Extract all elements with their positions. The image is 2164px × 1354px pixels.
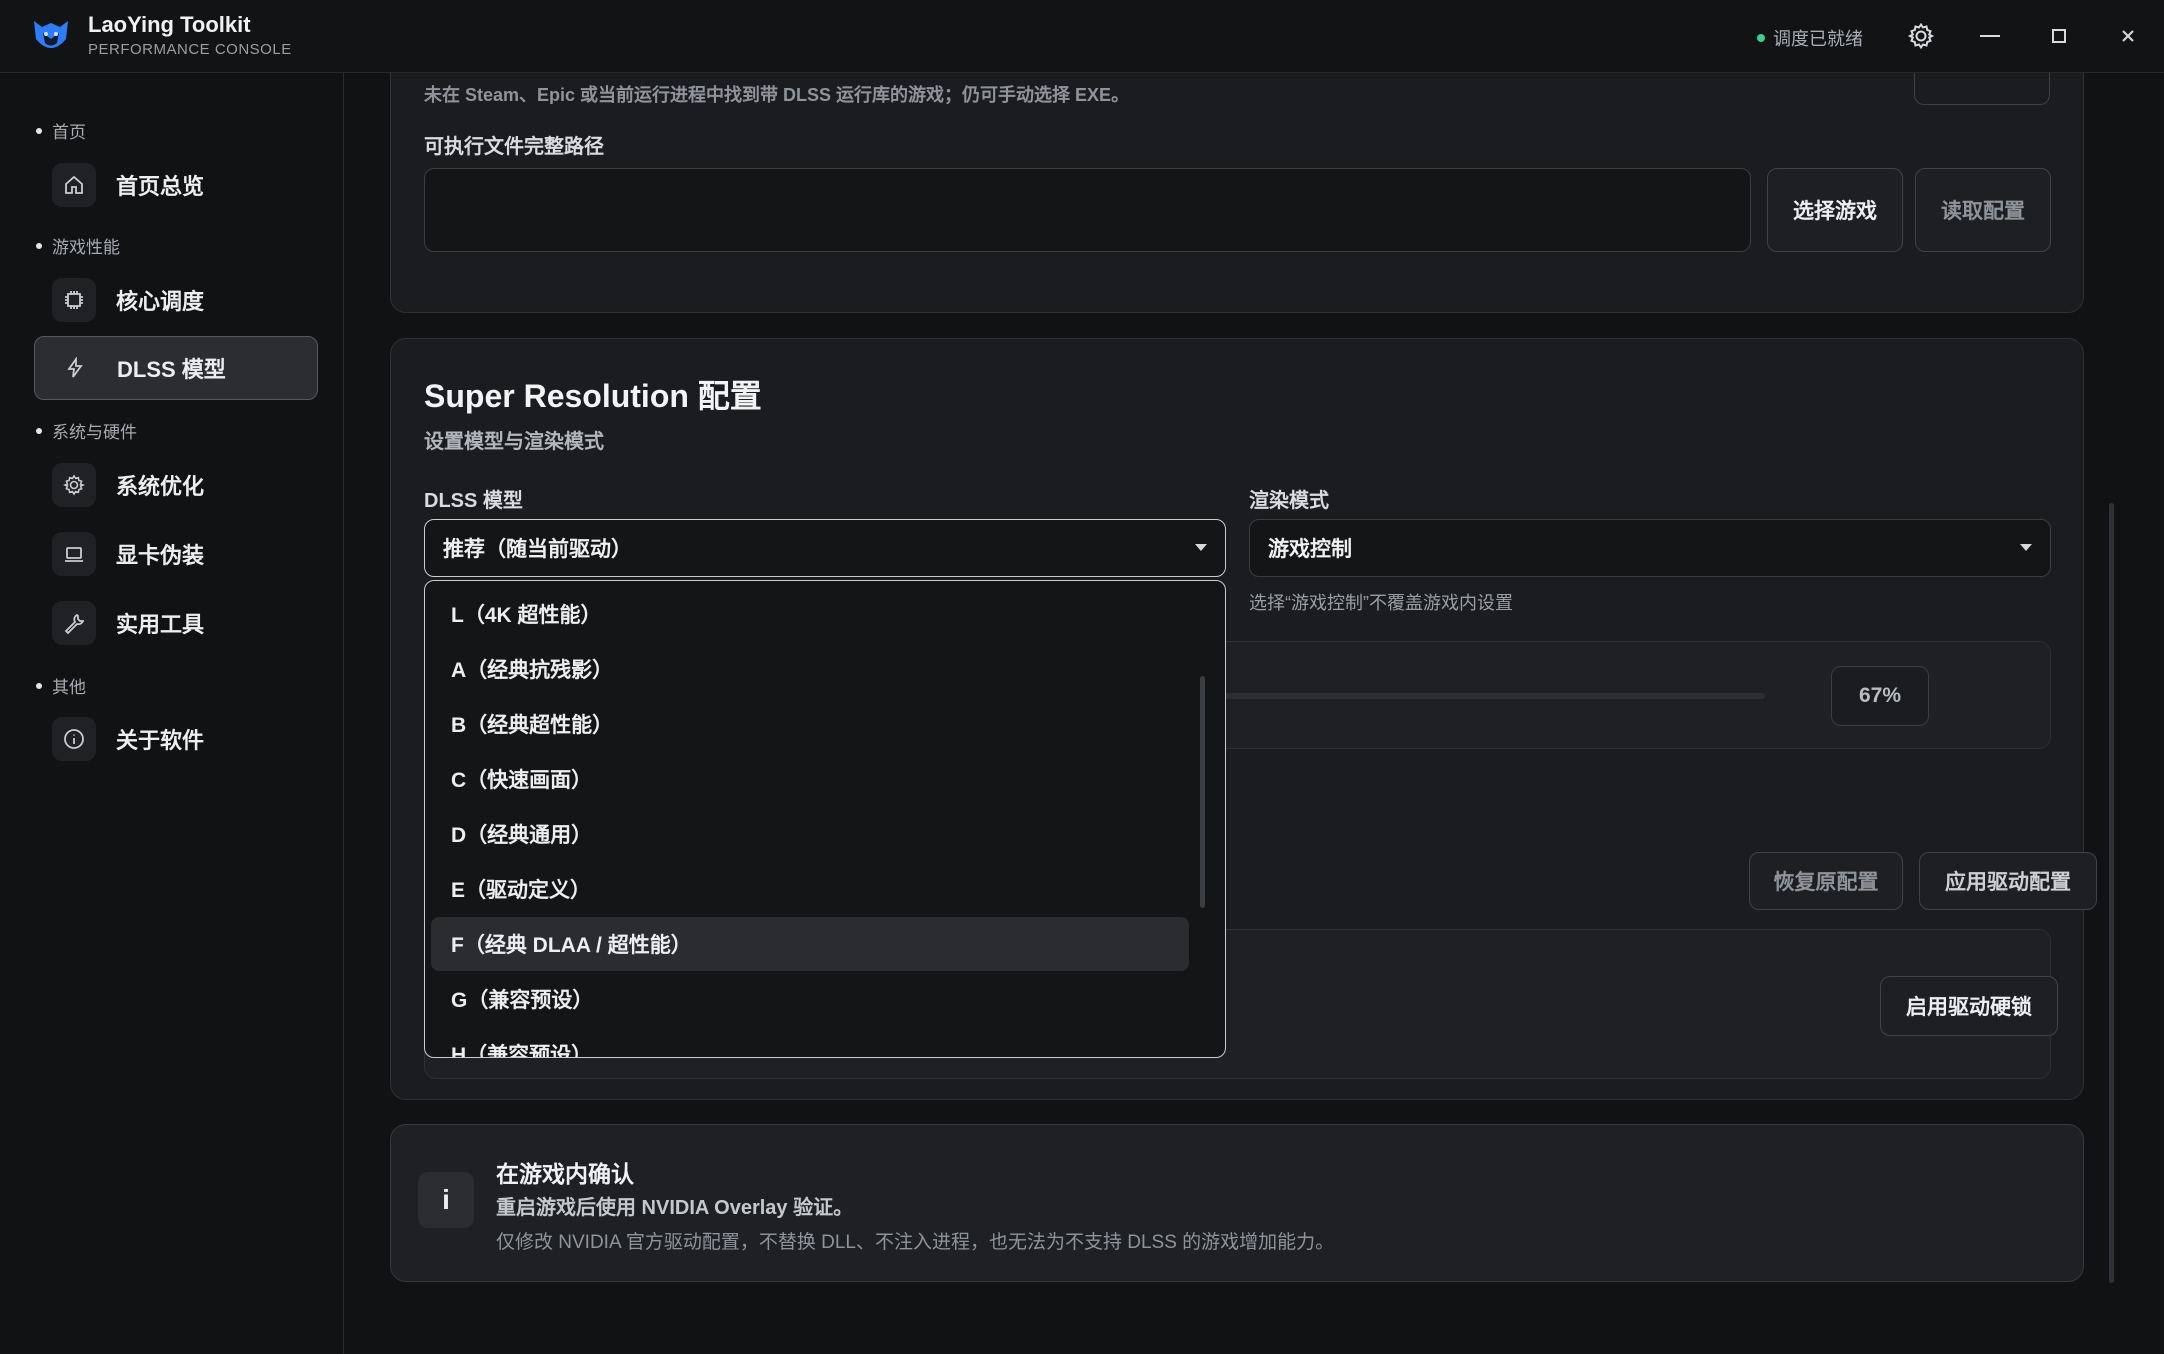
select-game-button[interactable]: 选择游戏 [1767, 168, 1903, 252]
dropdown-option[interactable]: E（驱动定义） [431, 862, 1189, 916]
scan-button-partial[interactable] [1914, 73, 2050, 105]
app-logo-icon [34, 21, 68, 48]
title-bar: LaoYing Toolkit PERFORMANCE CONSOLE 调度已就… [0, 0, 2164, 73]
sr-card-subtitle: 设置模型与渲染模式 [424, 431, 604, 453]
section-label: 游戏性能 [52, 238, 120, 257]
render-mode-label: 渲染模式 [1249, 490, 1329, 512]
dlss-model-dropdown: L（4K 超性能） A（经典抗残影） B（经典超性能） C（快速画面） D（经典通用） E… [424, 580, 1226, 1058]
dropdown-option[interactable]: F（经典 DLAA / 超性能） [431, 917, 1189, 971]
app-subtitle: PERFORMANCE CONSOLE [88, 41, 292, 58]
chevron-down-icon [1195, 544, 1207, 551]
dropdown-option[interactable]: B（经典超性能） [431, 697, 1189, 751]
sidebar-section-system-hardware: 系统与硬件 [36, 418, 137, 443]
minimize-button[interactable] [1968, 14, 2012, 58]
minimize-icon [1980, 35, 2000, 37]
render-mode-hint: 选择“游戏控制”不覆盖游戏内设置 [1249, 593, 1513, 613]
game-select-card: 未在 Steam、Epic 或当前运行进程中找到带 DLSS 运行库的游戏；仍可… [390, 73, 2084, 313]
settings-icon [1907, 22, 1935, 50]
info-icon [52, 717, 96, 761]
sidebar-item-label: 核心调度 [116, 289, 205, 314]
section-label: 首页 [52, 123, 86, 142]
status-text: 调度已就绪 [1773, 29, 1863, 49]
settings-button[interactable] [1899, 14, 1943, 58]
sidebar: 首页 首页总览 游戏性能 核心调度 DLSS 模型 系统与硬件 系统优化 显卡伪… [0, 73, 344, 1354]
status-dot-icon [1757, 34, 1765, 42]
sidebar-item-label: 系统优化 [116, 474, 205, 499]
main-content: 未在 Steam、Epic 或当前运行进程中找到带 DLSS 运行库的游戏；仍可… [344, 73, 2164, 1354]
apply-driver-config-button[interactable]: 应用驱动配置 [1919, 852, 2097, 910]
app-title: LaoYing Toolkit [88, 12, 251, 37]
path-label: 可执行文件完整路径 [424, 136, 604, 158]
info-line-2: 仅修改 NVIDIA 官方驱动配置，不替换 DLL、不注入进程，也无法为不支持 … [496, 1232, 1335, 1253]
status-indicator: 调度已就绪 [1757, 25, 1863, 51]
scale-value: 67% [1831, 666, 1929, 726]
sidebar-section-other: 其他 [36, 673, 86, 698]
dropdown-scrollbar[interactable] [1200, 676, 1205, 908]
dropdown-option[interactable]: C（快速画面） [431, 752, 1189, 806]
section-label: 其他 [52, 678, 86, 697]
sidebar-section-home: 首页 [36, 118, 86, 143]
info-line-1: 重启游戏后使用 NVIDIA Overlay 验证。 [496, 1197, 854, 1219]
dropdown-option[interactable]: H（兼容预设） [431, 1027, 1189, 1057]
wrench-icon [52, 601, 96, 645]
section-bullet-icon [36, 127, 42, 134]
info-title: 在游戏内确认 [496, 1161, 634, 1187]
super-resolution-card: Super Resolution 配置 设置模型与渲染模式 DLSS 模型 推荐… [390, 338, 2097, 1100]
monitor-icon [52, 532, 96, 576]
sidebar-item-label: 关于软件 [116, 728, 205, 753]
info-icon: i [418, 1172, 474, 1228]
sidebar-item-home-overview[interactable]: 首页总览 [34, 153, 318, 217]
bolt-icon [53, 346, 97, 390]
dlss-model-select[interactable]: 推荐（随当前驱动） [424, 519, 1226, 577]
render-mode-value: 游戏控制 [1268, 538, 1352, 561]
enable-driver-hardlock-button[interactable]: 启用驱动硬锁 [1880, 976, 2058, 1036]
sidebar-item-system-optimize[interactable]: 系统优化 [34, 453, 318, 517]
maximize-button[interactable] [2037, 14, 2081, 58]
chevron-down-icon [2020, 544, 2032, 551]
sr-card-title: Super Resolution 配置 [424, 378, 762, 414]
section-bullet-icon [36, 427, 42, 434]
close-icon [2122, 30, 2134, 42]
exe-path-input[interactable] [424, 168, 1751, 252]
sidebar-item-dlss-model[interactable]: DLSS 模型 [34, 336, 318, 400]
page-scrollbar[interactable] [2109, 503, 2114, 1283]
dropdown-option[interactable]: G（兼容预设） [431, 972, 1189, 1026]
gear-icon [52, 463, 96, 507]
dlss-model-value: 推荐（随当前驱动） [443, 538, 632, 561]
dropdown-option[interactable]: L（4K 超性能） [431, 587, 1189, 641]
app-window: LaoYing Toolkit PERFORMANCE CONSOLE 调度已就… [0, 0, 2164, 1354]
dropdown-option[interactable]: A（经典抗残影） [431, 642, 1189, 696]
maximize-icon [2052, 29, 2066, 43]
info-card: i 在游戏内确认 重启游戏后使用 NVIDIA Overlay 验证。 仅修改 … [390, 1124, 2084, 1282]
sidebar-item-label: DLSS 模型 [117, 357, 226, 382]
sidebar-item-core-scheduling[interactable]: 核心调度 [34, 268, 318, 332]
dlss-model-label: DLSS 模型 [424, 490, 523, 512]
sidebar-item-label: 显卡伪装 [116, 543, 205, 568]
restore-config-button[interactable]: 恢复原配置 [1749, 852, 1903, 910]
dropdown-option[interactable]: D（经典通用） [431, 807, 1189, 861]
close-button[interactable] [2106, 14, 2150, 58]
home-icon [52, 163, 96, 207]
read-config-button[interactable]: 读取配置 [1915, 168, 2051, 252]
sidebar-item-utilities[interactable]: 实用工具 [34, 591, 318, 655]
sidebar-item-about[interactable]: 关于软件 [34, 707, 318, 771]
sidebar-item-label: 首页总览 [116, 174, 205, 199]
sidebar-item-gpu-spoof[interactable]: 显卡伪装 [34, 522, 318, 586]
sidebar-section-game-performance: 游戏性能 [36, 233, 120, 258]
sidebar-item-label: 实用工具 [116, 612, 205, 637]
game-detect-hint: 未在 Steam、Epic 或当前运行进程中找到带 DLSS 运行库的游戏；仍可… [424, 85, 1130, 104]
section-label: 系统与硬件 [52, 423, 137, 442]
section-bullet-icon [36, 242, 42, 249]
cpu-icon [52, 278, 96, 322]
render-mode-select[interactable]: 游戏控制 [1249, 519, 2051, 577]
section-bullet-icon [36, 682, 42, 689]
